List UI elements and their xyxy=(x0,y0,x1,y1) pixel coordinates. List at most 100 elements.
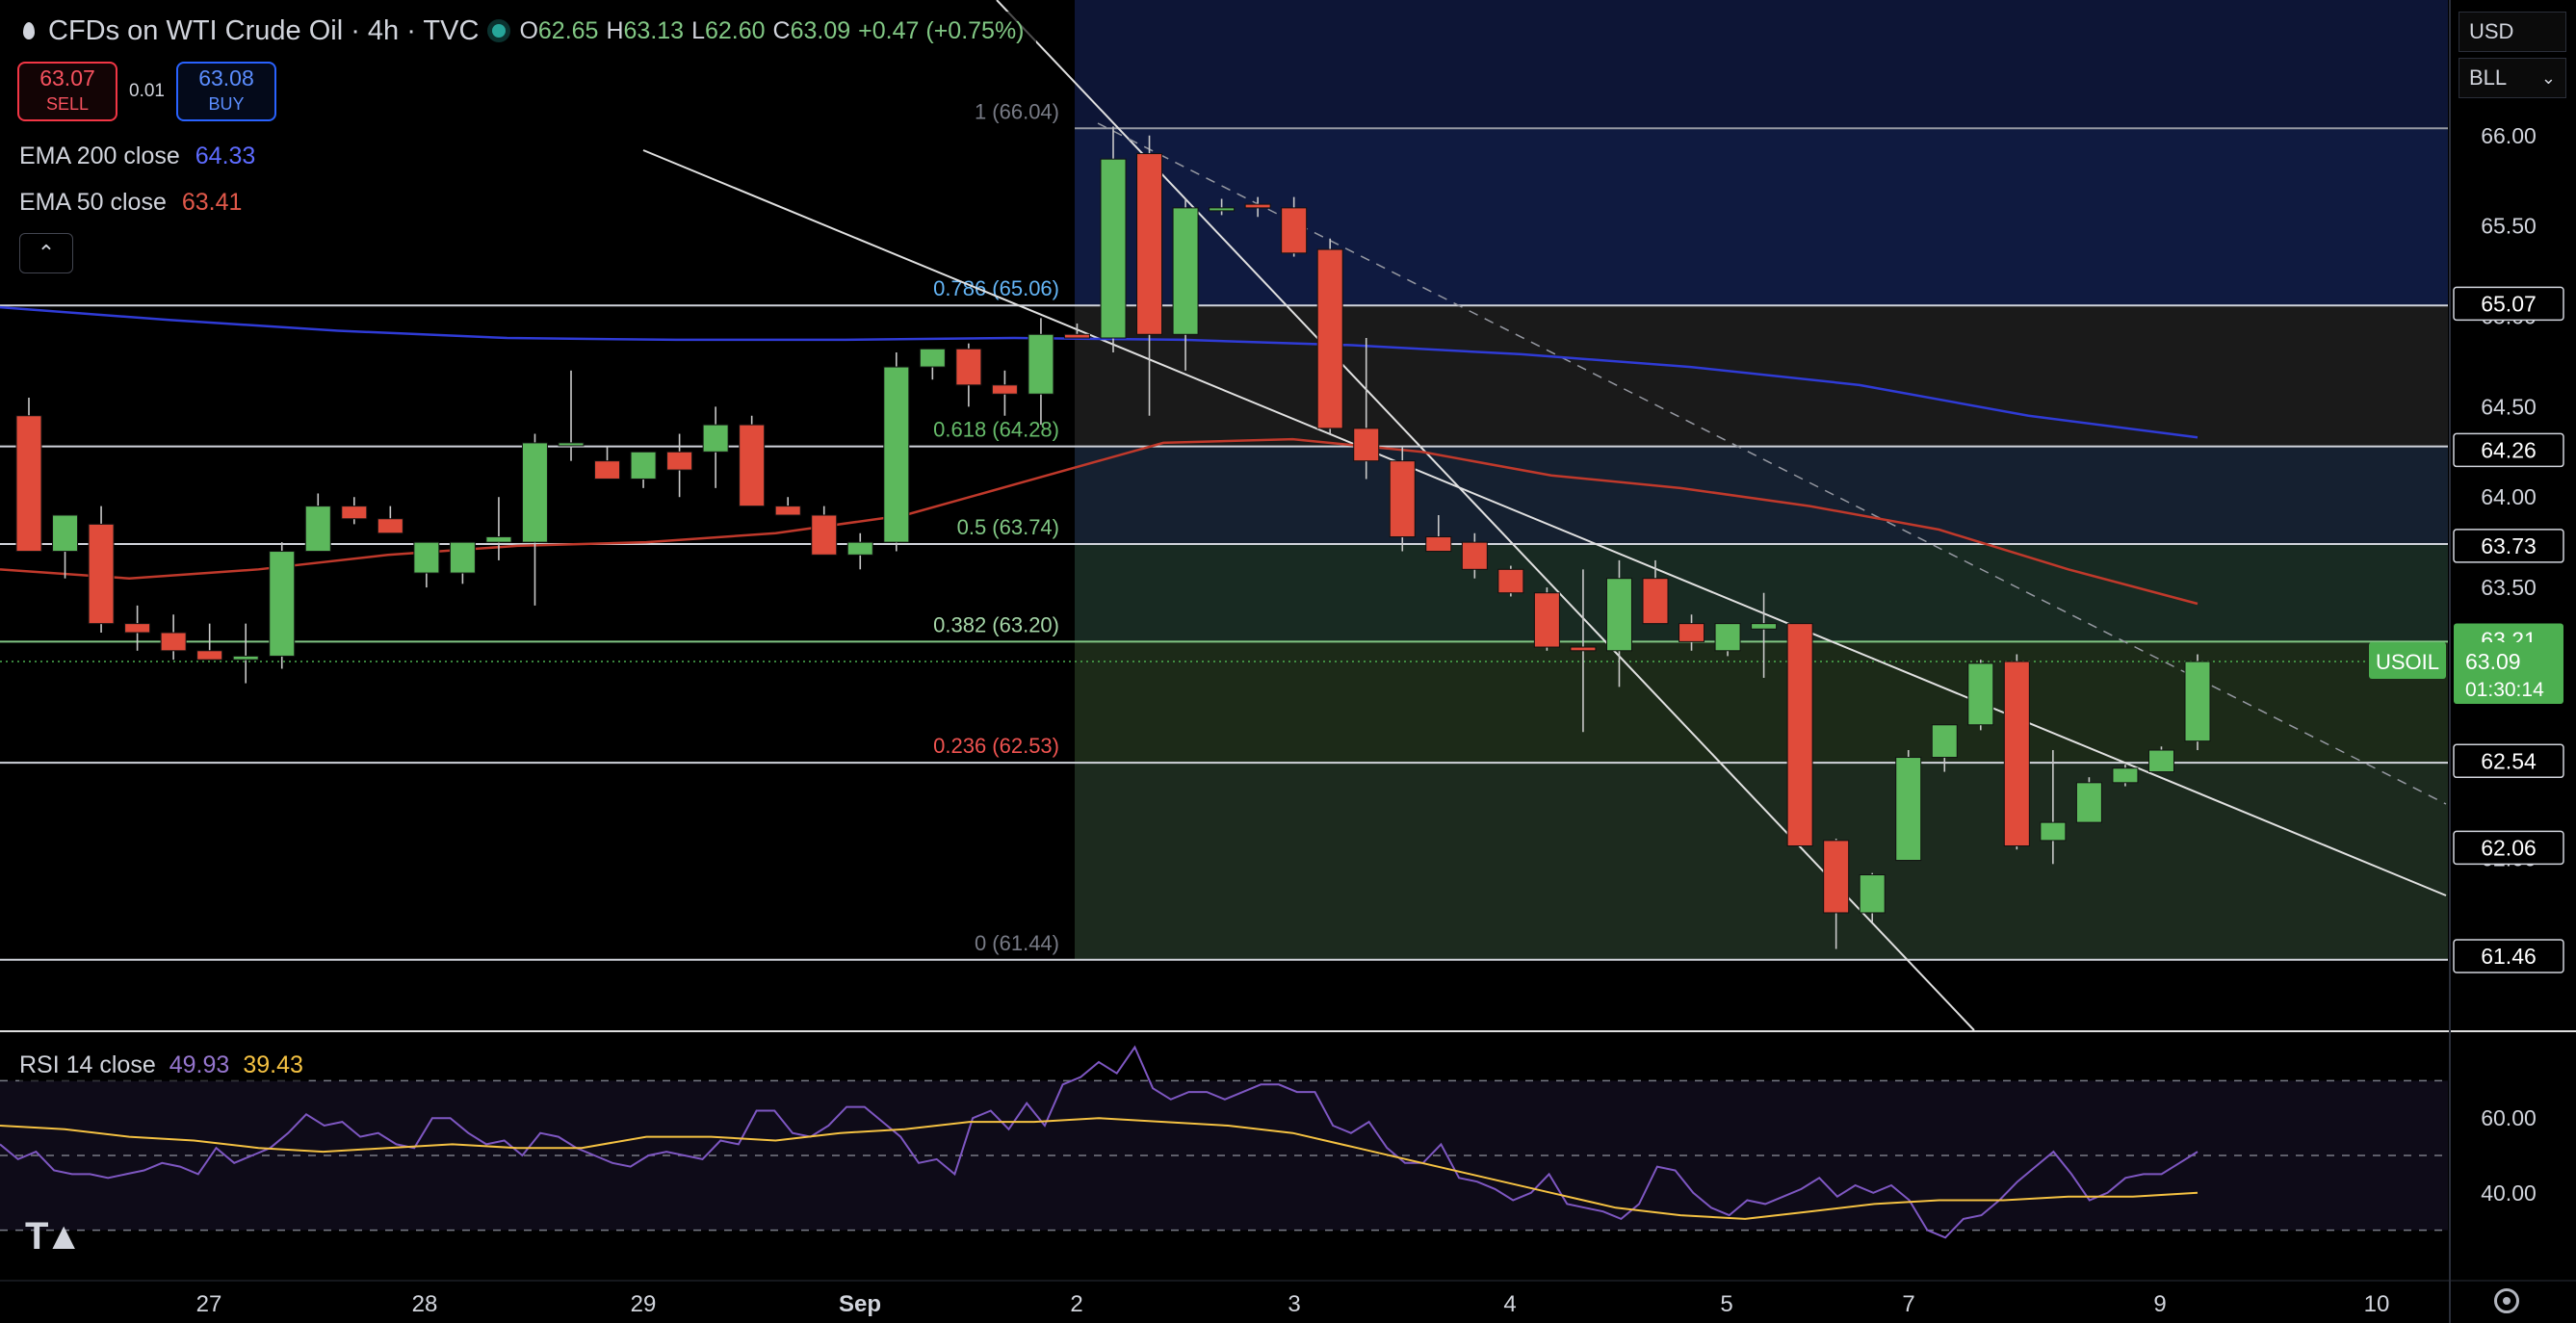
tradingview-logo[interactable]: T▲ xyxy=(25,1215,83,1258)
ema200-value: 64.33 xyxy=(195,143,256,169)
buy-button[interactable]: 63.08 BUY xyxy=(175,62,276,121)
candle-body xyxy=(1100,158,1127,339)
time-tick-label: 28 xyxy=(412,1291,438,1317)
rsi-legend[interactable]: RSI 14 close 49.93 39.43 xyxy=(19,1050,309,1081)
candle-body xyxy=(232,655,259,661)
low-value: 62.60 xyxy=(704,16,766,44)
candle-body xyxy=(1895,757,1922,862)
fib-zone xyxy=(1075,763,2448,960)
time-tick-label: 3 xyxy=(1288,1291,1300,1317)
candle-body xyxy=(52,514,79,553)
candle-body xyxy=(2147,749,2174,773)
candle-body xyxy=(1209,207,1236,212)
candle-body xyxy=(1281,207,1308,254)
high-value: 63.13 xyxy=(623,16,685,44)
time-tick-label: 10 xyxy=(2364,1291,2390,1317)
candle-body xyxy=(341,506,368,520)
price-tick-label: 65.50 xyxy=(2481,214,2537,239)
candle-body xyxy=(919,348,946,368)
spread-value: 0.01 xyxy=(129,81,165,101)
unit-select[interactable]: BLL ⌄ xyxy=(2459,58,2566,98)
buy-price: 63.08 xyxy=(198,65,254,91)
fib-zone xyxy=(1075,641,2448,764)
time-tick-label: 9 xyxy=(2153,1291,2166,1317)
candle-body xyxy=(1823,840,1850,914)
ema50-value: 63.41 xyxy=(181,189,243,216)
fib-label: 0.5 (63.74) xyxy=(957,515,1059,539)
candle-body xyxy=(739,424,766,507)
chart-canvas[interactable]: 1 (66.04)0.786 (65.06)0.618 (64.28)0.5 (… xyxy=(0,0,2576,1323)
oil-drop-icon xyxy=(23,22,35,39)
chevron-down-icon: ⌄ xyxy=(2540,67,2556,88)
candle-body xyxy=(774,506,801,516)
current-price-label: 63.09 xyxy=(2465,649,2521,674)
fib-zone xyxy=(1075,446,2448,545)
fib-label: 0.236 (62.53) xyxy=(933,734,1059,758)
candle-body xyxy=(1642,578,1669,625)
sell-button[interactable]: 63.07 SELL xyxy=(17,62,117,121)
symbol-title: CFDs on WTI Crude Oil · 4h · TVC xyxy=(48,14,480,46)
candle-body xyxy=(630,451,657,480)
ema50-legend[interactable]: EMA 50 close 63.41 xyxy=(19,189,242,217)
candle-body xyxy=(1533,592,1560,648)
candle-body xyxy=(1172,207,1199,335)
close-value: 63.09 xyxy=(790,16,851,44)
candle-body xyxy=(594,460,621,480)
candle-body xyxy=(124,623,151,634)
ema200-legend[interactable]: EMA 200 close 64.33 xyxy=(19,143,255,170)
price-label: 63.73 xyxy=(2481,533,2537,558)
price-tick-label: 66.00 xyxy=(2481,123,2537,148)
sell-price: 63.07 xyxy=(39,65,95,91)
candle-body xyxy=(485,536,512,543)
candle-body xyxy=(1316,248,1343,429)
candle-body xyxy=(883,366,910,543)
candle-body xyxy=(196,650,223,661)
fib-zone xyxy=(1075,128,2448,306)
candle-body xyxy=(1570,646,1597,652)
symbol-header[interactable]: CFDs on WTI Crude Oil · 4h · TVC O62.65 … xyxy=(19,12,1036,50)
candle-body xyxy=(269,551,296,657)
fib-label: 1 (66.04) xyxy=(975,99,1059,123)
collapse-legend-button[interactable]: ⌃ xyxy=(19,233,73,273)
currency-select[interactable]: USD xyxy=(2459,12,2566,52)
candle-body xyxy=(666,451,693,471)
candle-body xyxy=(1353,428,1380,462)
gear-icon[interactable] xyxy=(2494,1288,2519,1313)
fib-label: 0 (61.44) xyxy=(975,931,1059,955)
change-value: +0.47 (+0.75%) xyxy=(858,16,1025,44)
market-status-icon xyxy=(492,24,507,38)
candle-body xyxy=(413,541,440,574)
price-label: 61.46 xyxy=(2481,944,2537,969)
time-tick-label: Sep xyxy=(839,1291,881,1317)
candle-body xyxy=(2040,821,2067,842)
candle-body xyxy=(88,523,115,625)
price-tick-label: 63.50 xyxy=(2481,575,2537,600)
price-label: 62.54 xyxy=(2481,748,2537,773)
candle-body xyxy=(1967,662,1994,726)
candle-body xyxy=(1063,333,1090,339)
rsi-value: 49.93 xyxy=(169,1051,230,1078)
candle-body xyxy=(558,442,585,447)
candle-body xyxy=(449,541,476,574)
price-tick-label: 64.00 xyxy=(2481,484,2537,509)
candle-body xyxy=(991,384,1018,395)
candle-body xyxy=(15,415,42,553)
candle-body xyxy=(1461,541,1488,570)
candle-body xyxy=(1714,623,1741,652)
candle-body xyxy=(2112,767,2139,784)
candle-body xyxy=(521,442,548,543)
time-tick-label: 7 xyxy=(1902,1291,1914,1317)
ohlc-readout: O62.65 H63.13 L62.60 C63.09 +0.47 (+0.75… xyxy=(519,16,1025,44)
candle-body xyxy=(2003,661,2030,847)
fib-zone xyxy=(1075,0,2448,129)
candle-body xyxy=(1859,874,1886,914)
price-label: 64.26 xyxy=(2481,437,2537,462)
time-tick-label: 5 xyxy=(1720,1291,1732,1317)
price-tick-label: 64.50 xyxy=(2481,394,2537,419)
candle-body xyxy=(1425,536,1452,553)
time-tick-label: 27 xyxy=(196,1291,222,1317)
time-axis: 27 28 29 Sep 2 3 4 5 7 9 10 xyxy=(196,1291,2390,1317)
candle-body xyxy=(1028,333,1054,395)
candle-body xyxy=(1678,623,1705,642)
buy-label: BUY xyxy=(208,94,245,114)
